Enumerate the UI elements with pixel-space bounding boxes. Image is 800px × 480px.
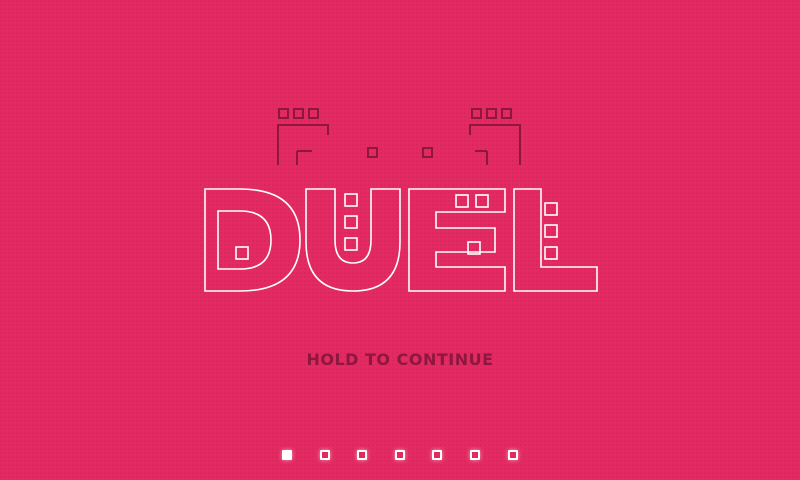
left-player-figure — [277, 108, 329, 165]
page-dot-3[interactable] — [357, 450, 367, 460]
left-player-bullet — [367, 147, 378, 158]
title-letter-u — [305, 188, 401, 292]
right-player-bullet — [422, 147, 433, 158]
title-letter-e — [408, 188, 506, 292]
page-dot-1[interactable] — [282, 450, 292, 460]
title-screen[interactable]: HOLD TO CONTINUE — [0, 0, 800, 480]
page-dot-4[interactable] — [395, 450, 405, 460]
page-dot-7[interactable] — [508, 450, 518, 460]
page-dot-2[interactable] — [320, 450, 330, 460]
page-dot-5[interactable] — [432, 450, 442, 460]
title-letter-d — [204, 188, 301, 292]
game-logo — [204, 108, 598, 292]
title-letter-l — [513, 188, 598, 292]
page-dot-6[interactable] — [470, 450, 480, 460]
title-pixel-accents — [235, 193, 558, 260]
right-player-figure — [469, 108, 521, 165]
page-indicator — [0, 449, 800, 463]
hold-to-continue-prompt: HOLD TO CONTINUE — [306, 350, 494, 369]
